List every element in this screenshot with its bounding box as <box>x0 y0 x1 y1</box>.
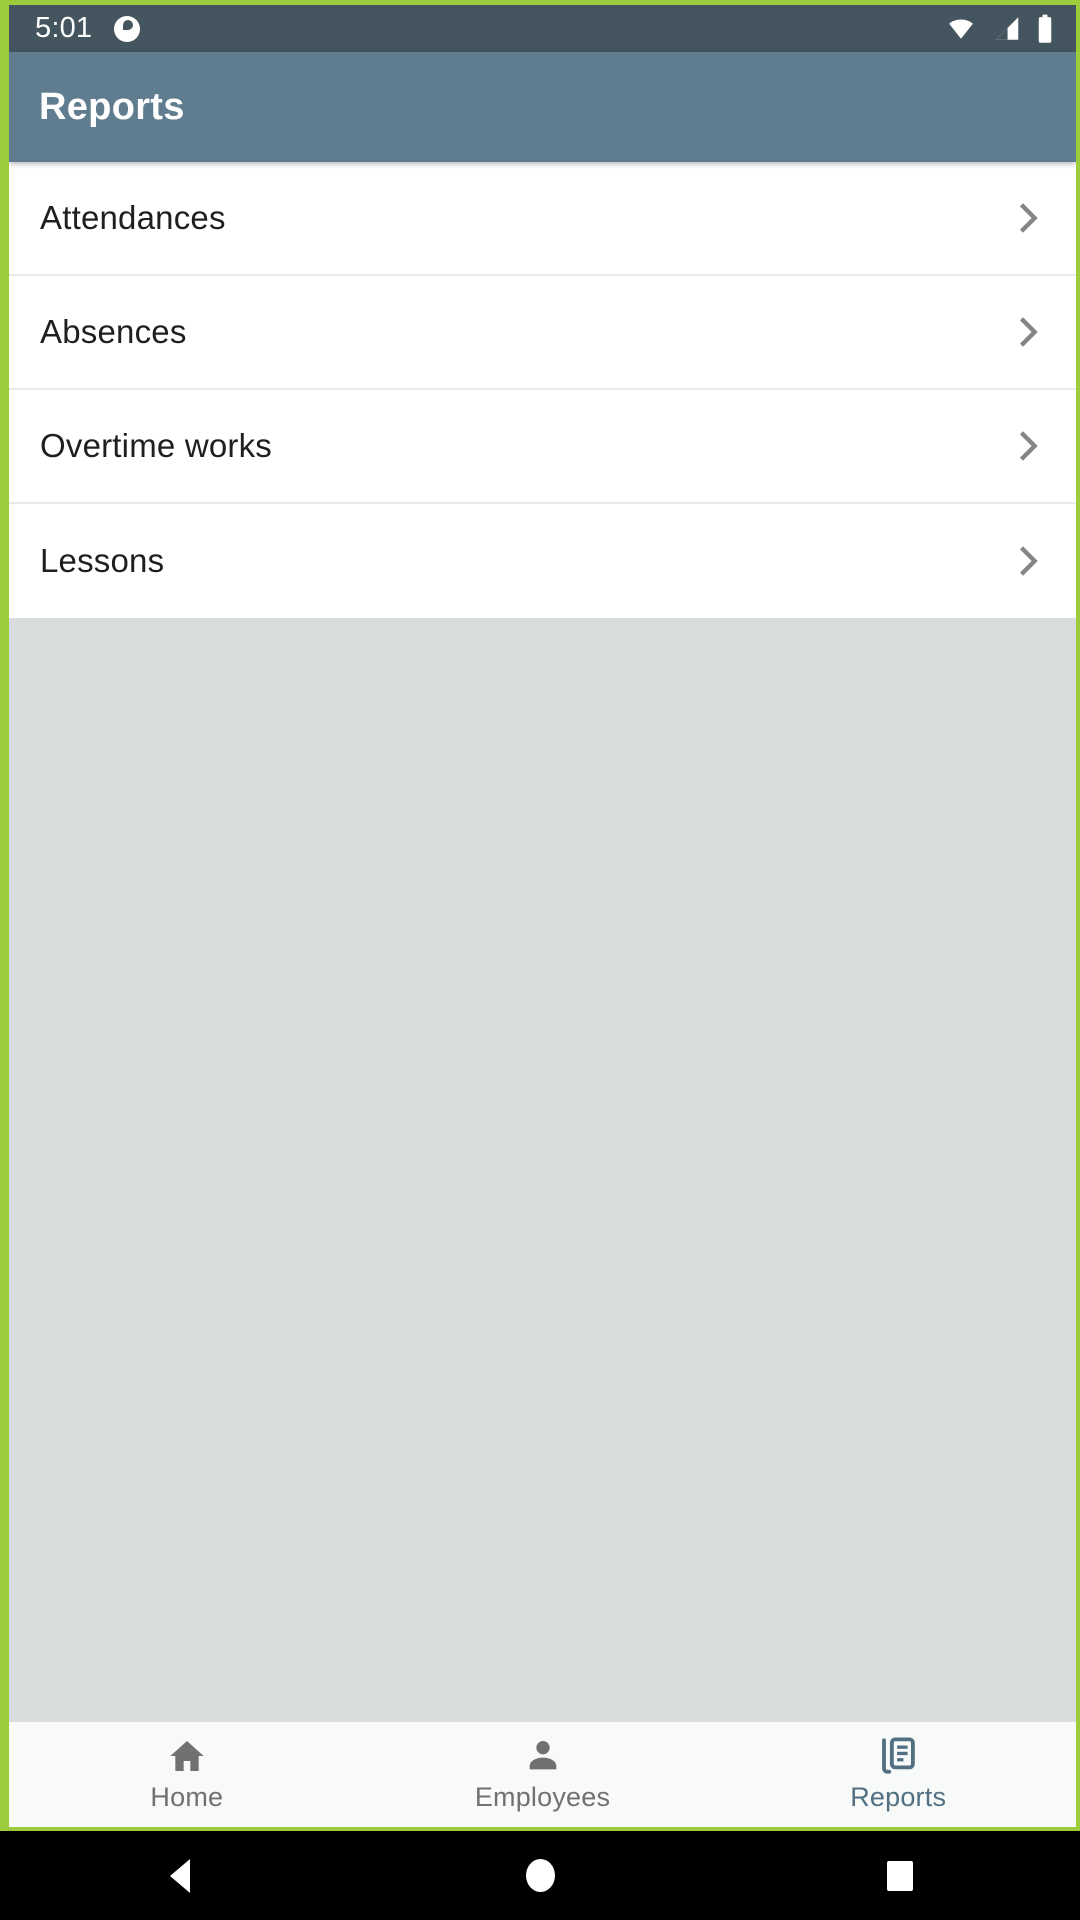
nav-item-home[interactable]: Home <box>9 1722 365 1827</box>
chevron-right-icon[interactable] <box>1008 312 1048 352</box>
nav-item-label: Home <box>150 1782 224 1812</box>
person-icon <box>523 1736 563 1776</box>
list-item-absences[interactable]: Absences <box>9 276 1076 390</box>
recents-square-icon <box>887 1860 913 1891</box>
battery-full-icon <box>1036 14 1054 44</box>
system-back-button[interactable] <box>0 1858 360 1893</box>
nav-item-label: Reports <box>850 1782 947 1812</box>
status-bar-clock: 5:01 <box>35 12 93 44</box>
bottom-navigation-bar: Home Employees Reports <box>9 1721 1076 1827</box>
list-item-attendances[interactable]: Attendances <box>9 162 1076 276</box>
status-bar-right <box>944 14 1054 44</box>
chevron-right-icon[interactable] <box>1008 426 1048 466</box>
list-item-label: Attendances <box>40 199 226 236</box>
system-home-button[interactable] <box>360 1859 720 1892</box>
system-recents-button[interactable] <box>720 1860 1080 1891</box>
app-viewport: 5:01 Reports Attendances Absences Overti… <box>9 5 1076 1827</box>
wifi-icon <box>944 16 978 42</box>
nav-item-reports[interactable]: Reports <box>720 1722 1076 1827</box>
home-icon <box>167 1736 207 1776</box>
report-list: Attendances Absences Overtime works Less… <box>9 162 1076 618</box>
back-triangle-icon <box>170 1858 190 1893</box>
status-bar: 5:01 <box>9 5 1076 52</box>
nav-item-employees[interactable]: Employees <box>365 1722 721 1827</box>
status-bar-left: 5:01 <box>35 12 141 44</box>
app-viewport-frame: 5:01 Reports Attendances Absences Overti… <box>0 0 1080 1831</box>
library-books-icon <box>877 1736 919 1776</box>
list-item-label: Absences <box>40 313 187 350</box>
page-title: Reports <box>39 85 185 128</box>
chevron-right-icon[interactable] <box>1008 541 1048 581</box>
list-item-label: Lessons <box>40 542 165 579</box>
list-item-lessons[interactable]: Lessons <box>9 504 1076 618</box>
app-bar: Reports <box>9 52 1076 162</box>
app-badge-icon <box>114 15 141 42</box>
list-item-label: Overtime works <box>40 427 272 464</box>
android-system-navigation-bar <box>0 1831 1080 1920</box>
home-circle-icon <box>525 1859 555 1892</box>
list-item-overtime-works[interactable]: Overtime works <box>9 390 1076 504</box>
cellular-signal-icon <box>992 15 1022 42</box>
chevron-right-icon[interactable] <box>1008 198 1048 238</box>
nav-item-label: Employees <box>474 1782 611 1812</box>
